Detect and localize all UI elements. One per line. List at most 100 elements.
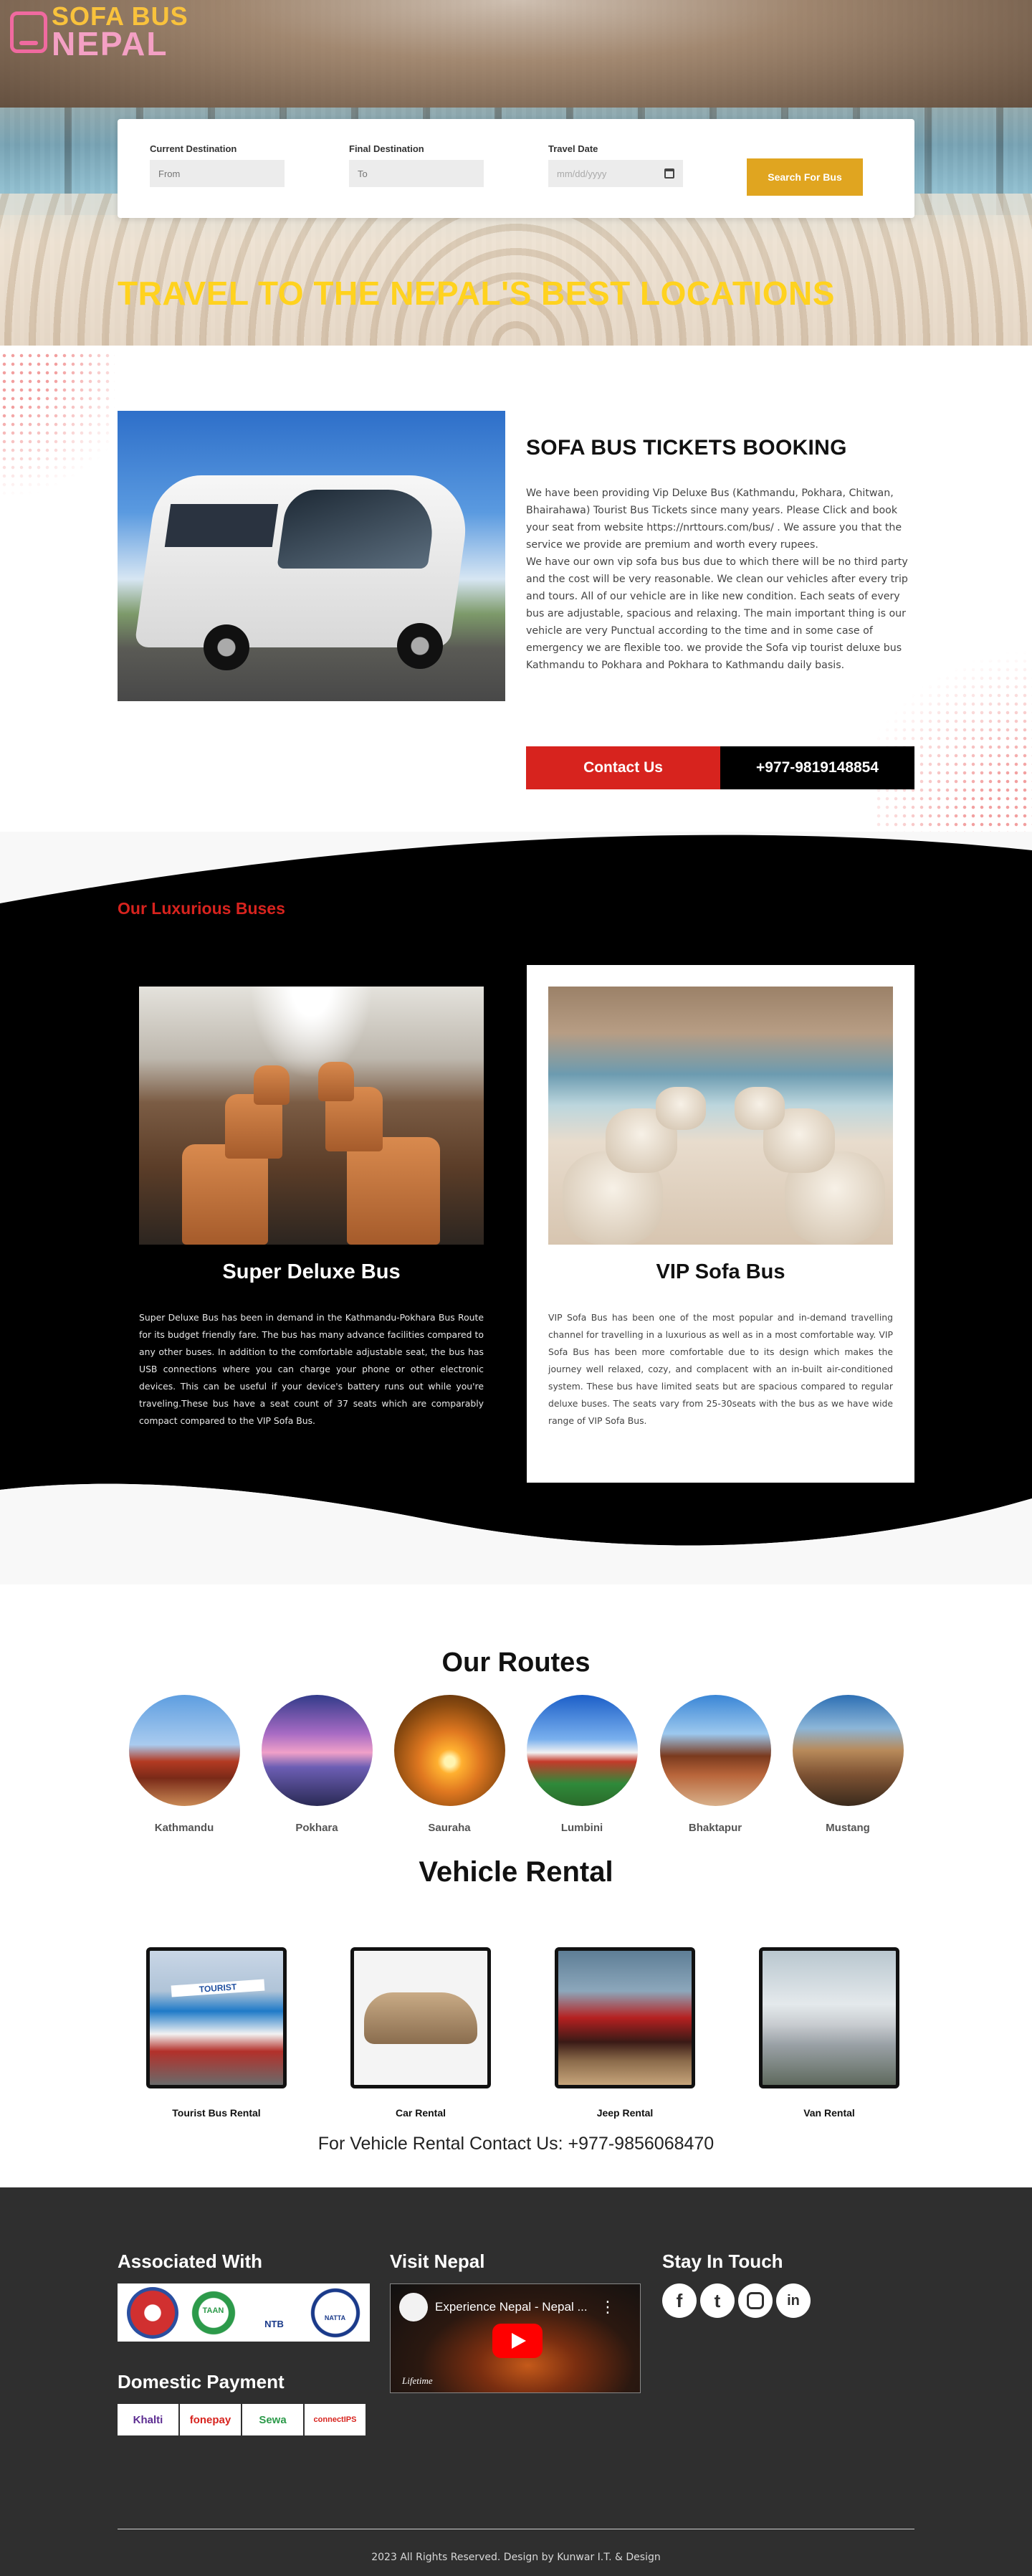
bus-name: Super Deluxe Bus (222, 1260, 401, 1283)
connectips-logo[interactable]: connectIPS (305, 2404, 366, 2435)
route-bhaktapur[interactable]: Bhaktapur (658, 1695, 773, 1834)
natta-logo[interactable]: NATTA (309, 2286, 361, 2339)
route-name: Lumbini (560, 1822, 603, 1834)
to-input[interactable] (349, 160, 484, 187)
final-destination-label: Final Destination (349, 143, 424, 154)
calendar-icon[interactable] (664, 168, 674, 179)
route-sauraha[interactable]: Sauraha (392, 1695, 507, 1834)
copyright-text: 2023 All Rights Reserved. Design by Kunw… (371, 2552, 661, 2563)
khalti-logo[interactable]: Khalti (118, 2404, 178, 2435)
route-image[interactable] (393, 1695, 505, 1806)
rental-contact: For Vehicle Rental Contact Us: +977-9856… (317, 2134, 715, 2154)
route-image[interactable] (128, 1695, 240, 1806)
hero-banner: SOFA BUS NEPAL Current Destination Final… (0, 0, 1032, 346)
site-logo[interactable]: SOFA BUS NEPAL (10, 3, 188, 60)
linkedin-icon[interactable]: in (776, 2283, 811, 2318)
bus-logo-icon (10, 11, 47, 53)
van-image[interactable] (759, 1947, 899, 2088)
final-destination-field: Final Destination (349, 143, 484, 187)
org-label: NATTA (324, 2314, 346, 2321)
buses-heading: Our Luxurious Buses (118, 899, 285, 918)
route-image[interactable] (526, 1695, 638, 1806)
facebook-icon[interactable]: f (662, 2283, 697, 2318)
rental-car[interactable]: Car Rental (350, 1947, 491, 2119)
route-kathmandu[interactable]: Kathmandu (127, 1695, 242, 1834)
ntb-logo[interactable]: NTB (248, 2286, 300, 2339)
bus-wheel (397, 623, 443, 669)
volvo-bus-image (118, 411, 505, 701)
twitter-icon[interactable]: t (700, 2283, 735, 2318)
video-title[interactable]: Experience Nepal - Nepal ... (435, 2300, 588, 2314)
seat-shape (182, 1144, 268, 1245)
about-paragraph: We have been providing Vip Deluxe Bus (K… (526, 488, 902, 551)
decorative-dots (0, 351, 115, 509)
youtube-video-embed[interactable]: Experience Nepal - Nepal ... ⋮ Lifetime (390, 2283, 641, 2393)
route-name: Sauraha (428, 1822, 471, 1834)
bus-description: VIP Sofa Bus has been one of the most po… (548, 1312, 893, 1426)
phone-button[interactable]: +977-9819148854 (720, 746, 914, 789)
contact-us-button[interactable]: Contact Us (526, 746, 720, 789)
routes-title: Our Routes (441, 1648, 591, 1678)
site-footer: Associated With TAAN NTB NATTA Domestic … (0, 2187, 1032, 2576)
about-description: We have been providing Vip Deluxe Bus (K… (526, 485, 915, 674)
about-paragraph: We have our own vip sofa bus bus due to … (526, 556, 908, 671)
nepal-government-logo[interactable] (126, 2286, 178, 2339)
route-pokhara[interactable]: Pokhara (259, 1695, 374, 1834)
route-image[interactable] (792, 1695, 904, 1806)
channel-avatar[interactable] (399, 2293, 428, 2321)
seat-shape (656, 1087, 706, 1130)
route-mustang[interactable]: Mustang (790, 1695, 905, 1834)
play-button-icon[interactable] (492, 2324, 543, 2358)
payment-logos: Khalti fonepay Sewa connectIPS (118, 2404, 366, 2435)
visit-nepal-heading: Visit Nepal (390, 2251, 485, 2272)
seat-shape (254, 1065, 290, 1105)
seat-shape (735, 1087, 785, 1130)
vip-sofa-bus-image (548, 987, 893, 1245)
luxurious-buses-section: Our Luxurious Buses Super Deluxe Bus Sup… (0, 832, 1032, 1584)
search-for-bus-button[interactable]: Search For Bus (747, 158, 863, 196)
bus-card-vip-sofa: VIP Sofa Bus VIP Sofa Bus has been one o… (527, 965, 914, 1483)
instagram-icon[interactable] (738, 2283, 773, 2318)
travel-date-input[interactable]: mm/dd/yyyy (548, 160, 683, 187)
travel-date-field: Travel Date mm/dd/yyyy (548, 143, 683, 187)
seat-shape (347, 1137, 440, 1245)
super-deluxe-bus-image (139, 987, 484, 1245)
rental-jeep[interactable]: Jeep Rental (555, 1947, 695, 2119)
more-options-icon[interactable]: ⋮ (600, 2299, 616, 2316)
route-image[interactable] (659, 1695, 771, 1806)
about-title: SOFA BUS TICKETS BOOKING (526, 436, 847, 460)
rental-name: Car Rental (395, 2107, 446, 2119)
date-placeholder: mm/dd/yyyy (557, 168, 607, 179)
org-label: NTB (264, 2318, 284, 2329)
route-image[interactable] (261, 1695, 373, 1806)
bus-side-window-shape (164, 504, 279, 547)
bus-wheel (204, 624, 249, 670)
tourist-bus-image[interactable]: TOURIST (146, 1947, 287, 2088)
route-name: Kathmandu (154, 1822, 214, 1834)
taan-logo[interactable]: TAAN (187, 2286, 239, 2339)
car-image[interactable] (350, 1947, 491, 2088)
from-input[interactable] (150, 160, 285, 187)
bus-name: VIP Sofa Bus (656, 1260, 785, 1283)
fonepay-logo[interactable]: fonepay (180, 2404, 241, 2435)
current-destination-field: Current Destination (150, 143, 285, 187)
route-name: Mustang (826, 1822, 870, 1834)
stay-in-touch-heading: Stay In Touch (662, 2251, 783, 2272)
rental-van[interactable]: Van Rental (759, 1947, 899, 2119)
org-label: TAAN (202, 2306, 224, 2315)
bus-windshield-shape (277, 490, 439, 569)
esewa-logo[interactable]: Sewa (242, 2404, 303, 2435)
rental-tourist-bus[interactable]: TOURIST Tourist Bus Rental (146, 1947, 287, 2119)
payment-heading: Domestic Payment (118, 2371, 285, 2392)
route-lumbini[interactable]: Lumbini (525, 1695, 639, 1834)
travel-date-label: Travel Date (548, 143, 598, 154)
contact-row: Contact Us +977-9819148854 (526, 746, 914, 789)
jeep-image[interactable] (555, 1947, 695, 2088)
video-watermark: Lifetime (402, 2375, 433, 2386)
hero-title: TRAVEL TO THE NEPAL'S BEST LOCATIONS (118, 275, 835, 312)
rental-name: Van Rental (803, 2107, 855, 2119)
rental-title: Vehicle Rental (419, 1856, 613, 1888)
route-name: Bhaktapur (688, 1822, 742, 1834)
instagram-glyph (747, 2292, 764, 2309)
bus-sign: TOURIST (171, 1979, 265, 1997)
